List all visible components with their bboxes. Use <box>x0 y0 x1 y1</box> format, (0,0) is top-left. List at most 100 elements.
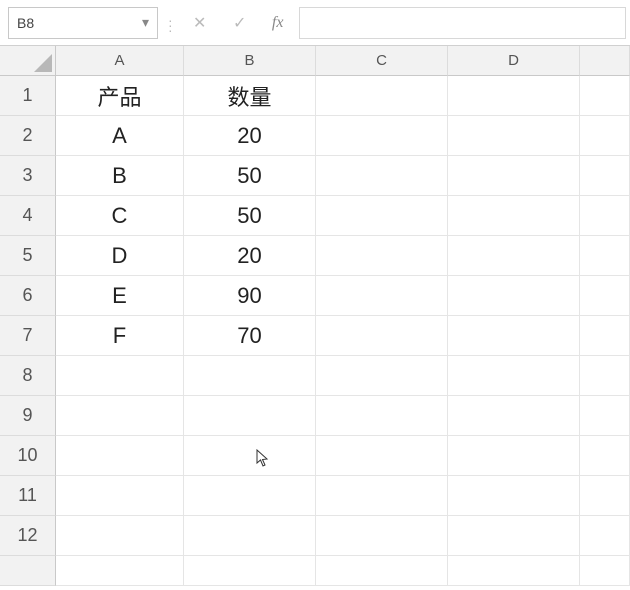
cell-B2[interactable]: 20 <box>184 116 316 156</box>
cell-A6[interactable]: E <box>56 276 184 316</box>
row-header-5[interactable]: 5 <box>0 236 56 276</box>
cell-A13[interactable] <box>56 556 184 586</box>
cell-E1[interactable] <box>580 76 630 116</box>
insert-function-button[interactable]: fx <box>263 14 293 32</box>
row-header-6[interactable]: 6 <box>0 276 56 316</box>
col-header-D[interactable]: D <box>448 46 580 76</box>
cell-C7[interactable] <box>316 316 448 356</box>
cell-A2[interactable]: A <box>56 116 184 156</box>
cell-D1[interactable] <box>448 76 580 116</box>
cell-C2[interactable] <box>316 116 448 156</box>
cell-E12[interactable] <box>580 516 630 556</box>
cell-A3[interactable]: B <box>56 156 184 196</box>
cell-D8[interactable] <box>448 356 580 396</box>
cell-B3[interactable]: 50 <box>184 156 316 196</box>
cell-E4[interactable] <box>580 196 630 236</box>
cell-D3[interactable] <box>448 156 580 196</box>
cell-B9[interactable] <box>184 396 316 436</box>
drag-handle-icon[interactable]: ··· <box>164 16 177 30</box>
cell-D4[interactable] <box>448 196 580 236</box>
cell-B8[interactable] <box>184 356 316 396</box>
cell-A4[interactable]: C <box>56 196 184 236</box>
cell-D11[interactable] <box>448 476 580 516</box>
cell-D6[interactable] <box>448 276 580 316</box>
cell-B4[interactable]: 50 <box>184 196 316 236</box>
cell-B5[interactable]: 20 <box>184 236 316 276</box>
cell-D13[interactable] <box>448 556 580 586</box>
cell-D10[interactable] <box>448 436 580 476</box>
cell-D5[interactable] <box>448 236 580 276</box>
col-header-extra[interactable] <box>580 46 630 76</box>
cell-E13[interactable] <box>580 556 630 586</box>
cell-A9[interactable] <box>56 396 184 436</box>
cell-A1[interactable]: 产品 <box>56 76 184 116</box>
cell-C11[interactable] <box>316 476 448 516</box>
cell-E8[interactable] <box>580 356 630 396</box>
row-7: 7 F 70 <box>0 316 630 356</box>
chevron-down-icon[interactable]: ▾ <box>142 14 149 31</box>
select-all-corner[interactable] <box>0 46 56 76</box>
cell-C10[interactable] <box>316 436 448 476</box>
cell-E11[interactable] <box>580 476 630 516</box>
row-5: 5 D 20 <box>0 236 630 276</box>
cell-B11[interactable] <box>184 476 316 516</box>
cell-B10[interactable] <box>184 436 316 476</box>
cell-B6[interactable]: 90 <box>184 276 316 316</box>
row-8: 8 <box>0 356 630 396</box>
row-header-7[interactable]: 7 <box>0 316 56 356</box>
close-icon: ✕ <box>193 13 206 33</box>
cell-A5[interactable]: D <box>56 236 184 276</box>
cell-E5[interactable] <box>580 236 630 276</box>
row-header-4[interactable]: 4 <box>0 196 56 236</box>
cell-A8[interactable] <box>56 356 184 396</box>
row-header-13[interactable] <box>0 556 56 586</box>
formula-input[interactable] <box>299 7 626 39</box>
row-10: 10 <box>0 436 630 476</box>
col-header-B[interactable]: B <box>184 46 316 76</box>
row-header-8[interactable]: 8 <box>0 356 56 396</box>
cell-E7[interactable] <box>580 316 630 356</box>
cell-C5[interactable] <box>316 236 448 276</box>
cell-A12[interactable] <box>56 516 184 556</box>
cell-E2[interactable] <box>580 116 630 156</box>
cell-A10[interactable] <box>56 436 184 476</box>
row-header-1[interactable]: 1 <box>0 76 56 116</box>
cell-B13[interactable] <box>184 556 316 586</box>
cell-B1[interactable]: 数量 <box>184 76 316 116</box>
grid-rows: 1 产品 数量 2 A 20 3 B 50 4 C 50 <box>0 76 630 586</box>
cell-A7[interactable]: F <box>56 316 184 356</box>
cell-E6[interactable] <box>580 276 630 316</box>
row-11: 11 <box>0 476 630 516</box>
cell-C8[interactable] <box>316 356 448 396</box>
cell-E9[interactable] <box>580 396 630 436</box>
name-box[interactable]: B8 ▾ <box>8 7 158 39</box>
row-header-10[interactable]: 10 <box>0 436 56 476</box>
cell-D7[interactable] <box>448 316 580 356</box>
cell-D9[interactable] <box>448 396 580 436</box>
row-header-12[interactable]: 12 <box>0 516 56 556</box>
cell-A11[interactable] <box>56 476 184 516</box>
row-3: 3 B 50 <box>0 156 630 196</box>
row-header-11[interactable]: 11 <box>0 476 56 516</box>
col-header-C[interactable]: C <box>316 46 448 76</box>
cell-C9[interactable] <box>316 396 448 436</box>
cell-E3[interactable] <box>580 156 630 196</box>
cell-D2[interactable] <box>448 116 580 156</box>
cell-C3[interactable] <box>316 156 448 196</box>
formula-bar: B8 ▾ ··· ✕ ✓ fx <box>0 0 630 46</box>
accept-formula-button[interactable]: ✓ <box>223 7 257 39</box>
cell-C6[interactable] <box>316 276 448 316</box>
cell-C13[interactable] <box>316 556 448 586</box>
cell-E10[interactable] <box>580 436 630 476</box>
cell-D12[interactable] <box>448 516 580 556</box>
cell-C12[interactable] <box>316 516 448 556</box>
col-header-A[interactable]: A <box>56 46 184 76</box>
cell-B7[interactable]: 70 <box>184 316 316 356</box>
cell-C4[interactable] <box>316 196 448 236</box>
cancel-formula-button[interactable]: ✕ <box>183 7 217 39</box>
row-header-3[interactable]: 3 <box>0 156 56 196</box>
row-header-9[interactable]: 9 <box>0 396 56 436</box>
row-header-2[interactable]: 2 <box>0 116 56 156</box>
cell-B12[interactable] <box>184 516 316 556</box>
cell-C1[interactable] <box>316 76 448 116</box>
